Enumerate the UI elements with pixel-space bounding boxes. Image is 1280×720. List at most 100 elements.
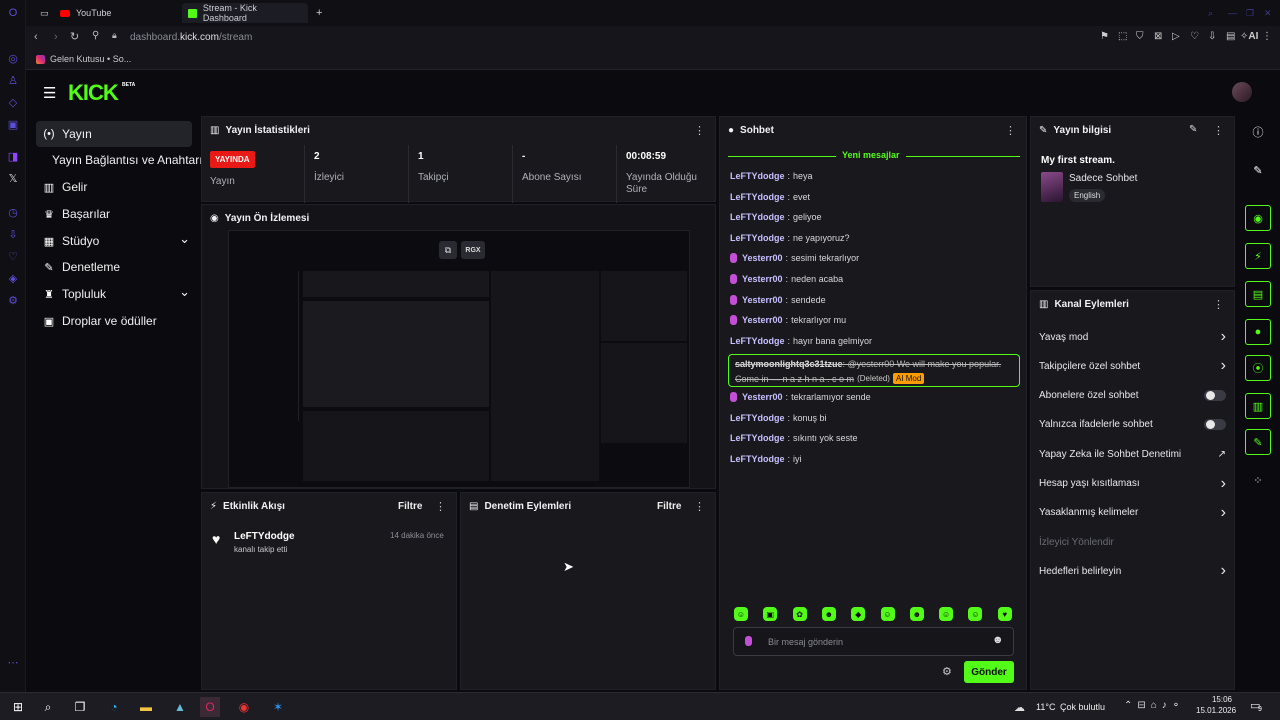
chat-username[interactable]: LeFTYdodge (730, 336, 785, 346)
maximize-icon[interactable]: ❐ (1240, 3, 1254, 23)
opera-taskbar-icon[interactable]: O (200, 697, 220, 717)
obs-icon[interactable]: ◉ (234, 697, 254, 717)
emote-icon[interactable]: ☺ (734, 607, 748, 621)
extensions-icon[interactable]: ◈ (6, 272, 20, 286)
emote-icon[interactable]: ☻ (821, 607, 836, 621)
chat-username[interactable]: LeFTYdodge (730, 454, 785, 464)
emote-icon[interactable]: ☺ (939, 607, 954, 621)
chat-message[interactable]: Yesterr00: neden acaba (730, 274, 843, 284)
ad-block-icon[interactable]: ⊠ (1154, 31, 1162, 42)
sidebar-item-studio[interactable]: ▦ Stüdyo ⌄ (36, 228, 192, 254)
sidebar-item-community[interactable]: ♜ Topluluk ⌄ (36, 281, 192, 307)
app-icon[interactable]: ▲ (170, 697, 190, 717)
search-icon[interactable]: ⌕ (38, 697, 58, 717)
mic-icon[interactable] (745, 636, 752, 646)
chat-settings-icon[interactable]: ⚙ (942, 665, 952, 678)
browser-menu-icon[interactable]: ⋮ (1262, 31, 1272, 42)
channel-action-item[interactable]: Takipçilere özel sohbet › (1039, 355, 1226, 377)
popout-icon[interactable]: ⧉ (439, 241, 457, 259)
hamburger-menu-icon[interactable]: ☰ (43, 84, 56, 102)
clock-date[interactable]: 15.01.2026 (1196, 706, 1236, 715)
twitch-icon[interactable]: ◨ (6, 150, 20, 164)
minimize-icon[interactable]: — (1222, 3, 1237, 23)
kebab-menu-icon[interactable]: ⋮ (435, 500, 446, 513)
more-icon[interactable]: ⋯ (6, 656, 20, 670)
chat-username[interactable]: LeFTYdodge (730, 171, 785, 181)
edge-icon[interactable]: ◔ (104, 697, 124, 717)
emote-icon[interactable]: ☺ (968, 607, 983, 621)
chat-username[interactable]: LeFTYdodge (730, 212, 785, 222)
heart-icon[interactable]: ♡ (1190, 31, 1199, 42)
chat-message[interactable]: Yesterr00: sesimi tekrarlıyor (730, 253, 859, 264)
kebab-menu-icon[interactable]: ⋮ (694, 124, 705, 137)
broadcast-icon[interactable]: ⦿ (1245, 355, 1271, 381)
emote-icon[interactable]: ☻ (909, 607, 924, 621)
deleted-message[interactable]: saltymoonlightq3c31tzue: @yesterr00 We w… (728, 354, 1020, 387)
chat-username[interactable]: LeFTYdodge (730, 433, 785, 443)
system-tray-icons[interactable]: ⌃⊟⌂♪⚬ (1124, 700, 1185, 711)
new-tab-button[interactable]: + (310, 3, 326, 23)
search-tabs-icon[interactable]: ⌕ (1202, 3, 1216, 23)
chat-message[interactable]: Yesterr00: sendede (730, 294, 826, 305)
chat-message[interactable]: Yesterr00: tekrarlıyor mu (730, 315, 846, 326)
toggle-switch[interactable] (1204, 419, 1226, 431)
sidebar-item-stream[interactable]: (•) Yayın (36, 121, 192, 147)
tab-menu-icon[interactable]: ▭ (34, 3, 49, 23)
sidebar-item-revenue[interactable]: ▥ Gelir (36, 174, 192, 200)
send-button[interactable]: Gönder (964, 661, 1014, 683)
channel-action-item[interactable]: Yasaklanmış kelimeler › (1039, 502, 1226, 524)
vscode-icon[interactable]: ✶ (268, 697, 288, 717)
chat-username[interactable]: LeFTYdodge (730, 413, 785, 423)
stats-toggle-icon[interactable]: ▥ (1245, 393, 1271, 419)
add-widget-icon[interactable]: ⁘ (1245, 467, 1271, 493)
channel-action-item[interactable]: Yapay Zeka ile Sohbet Denetimi ↗ (1039, 443, 1226, 465)
filter-button[interactable]: Filtre (657, 501, 681, 512)
kebab-menu-icon[interactable]: ⋮ (1213, 124, 1224, 137)
history-icon[interactable]: ◷ (6, 206, 20, 220)
forward-icon[interactable]: › (54, 31, 58, 43)
close-window-icon[interactable]: ✕ (1258, 3, 1272, 23)
tab-kick-dashboard[interactable]: Stream - Kick Dashboard (182, 3, 308, 23)
chevron-down-icon[interactable]: ⌄ (179, 284, 190, 300)
chat-message[interactable]: LeFTYdodge: sıkıntı yok seste (730, 433, 858, 443)
chat-message[interactable]: LeFTYdodge: konuş bi (730, 413, 827, 423)
shield-icon[interactable]: ⛉ (1136, 31, 1144, 42)
bookmark-instagram[interactable]: Gelen Kutusu • So... (36, 54, 131, 64)
sidebar-item-achievements[interactable]: ♛ Başarılar (36, 201, 192, 227)
filter-button[interactable]: Filtre (398, 501, 422, 512)
chat-username[interactable]: LeFTYdodge (730, 192, 785, 202)
channel-action-item[interactable]: Hesap yaşı kısıtlaması › (1039, 473, 1226, 495)
chat-message[interactable]: LeFTYdodge: iyi (730, 454, 802, 464)
channel-action-item[interactable]: Yavaş mod › (1039, 326, 1226, 348)
emote-icon[interactable]: ☺ (880, 607, 895, 621)
download-icon[interactable]: ⇩ (6, 228, 20, 242)
kebab-menu-icon[interactable]: ⋮ (1213, 298, 1224, 311)
sidebar-item-stream-key[interactable]: Yayın Bağlantısı ve Anahtarı (52, 147, 222, 173)
weather-text[interactable]: Çok bulutlu (1060, 702, 1105, 712)
preview-video[interactable]: ⧉ RGX (228, 230, 690, 488)
chat-toggle-icon[interactable]: ● (1245, 319, 1271, 345)
x-icon[interactable]: 𝕏 (6, 172, 20, 186)
chevron-down-icon[interactable]: ⌄ (179, 231, 190, 247)
bookmark-icon[interactable]: ♡ (6, 250, 20, 264)
clock-time[interactable]: 15:06 (1202, 695, 1232, 704)
settings-icon[interactable]: ⚙ (6, 294, 20, 308)
sidebar-item-drops[interactable]: ▣ Droplar ve ödüller (36, 308, 192, 334)
toggle-switch[interactable] (1204, 390, 1226, 402)
kebab-menu-icon[interactable]: ⋮ (1005, 124, 1016, 137)
people-icon[interactable]: ♙ (6, 74, 20, 88)
category-name[interactable]: Sadece Sohbet (1069, 173, 1137, 184)
chat-username[interactable]: Yesterr00 (742, 274, 783, 284)
channel-action-item[interactable]: Abonelere özel sohbet (1039, 385, 1226, 407)
aria-ai-button[interactable]: ✧AI (1240, 31, 1258, 42)
emote-icon[interactable]: ▣ (763, 607, 778, 621)
edit-icon[interactable]: ✎ (1245, 157, 1271, 183)
wallet-icon[interactable]: ▤ (1226, 31, 1235, 42)
weather-temp[interactable]: 11°C (1036, 702, 1055, 712)
chat-username[interactable]: Yesterr00 (742, 253, 783, 263)
avatar[interactable] (1232, 82, 1252, 102)
speed-dial-icon[interactable]: ◎ (6, 52, 20, 66)
info-icon[interactable]: ⓘ (1245, 119, 1271, 145)
back-icon[interactable]: ‹ (34, 31, 38, 43)
wrench-icon[interactable]: ✎ (1245, 429, 1271, 455)
